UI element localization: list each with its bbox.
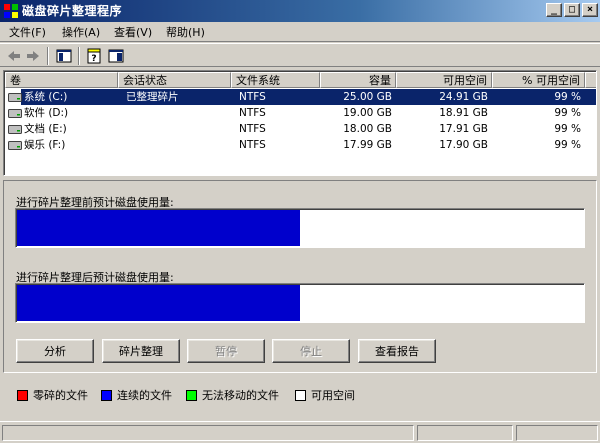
volume-file-system: NTFS xyxy=(239,123,266,135)
volume-file-system: NTFS xyxy=(239,91,266,103)
volume-free-space: 17.90 GB xyxy=(439,139,488,151)
volume-name: 娱乐 (F:) xyxy=(24,139,66,151)
defragment-button[interactable]: 碎片整理 xyxy=(102,339,180,363)
column-header-percent-free[interactable]: % 可用空间 xyxy=(492,72,585,88)
volume-percent-free: 99 % xyxy=(554,107,581,119)
volume-file-system: NTFS xyxy=(239,107,266,119)
show-hide-console-tree-icon[interactable] xyxy=(55,47,73,65)
column-header-file-system[interactable]: 文件系统 xyxy=(231,72,320,88)
minimize-button[interactable]: _ xyxy=(546,3,562,17)
defragmenter-app-icon[interactable] xyxy=(3,3,19,19)
legend-label: 无法移动的文件 xyxy=(202,389,279,402)
volume-file-system: NTFS xyxy=(239,139,266,151)
volume-session-status xyxy=(126,105,231,121)
volume-free-space: 24.91 GB xyxy=(439,91,488,103)
status-pane-main xyxy=(2,425,414,441)
toolbar-separator xyxy=(47,47,49,65)
maximize-button[interactable]: □ xyxy=(564,3,580,17)
volume-row[interactable]: 娱乐 (F:) NTFS 17.99 GB 17.90 GB 99 % xyxy=(5,137,596,153)
menu-view[interactable]: 查看(V) xyxy=(114,24,152,41)
volume-free-space: 17.91 GB xyxy=(439,123,488,135)
analyze-button[interactable]: 分析 xyxy=(16,339,94,363)
close-button[interactable]: × xyxy=(582,3,598,17)
hard-drive-icon xyxy=(8,141,22,150)
volume-row[interactable]: 文档 (E:) NTFS 18.00 GB 17.91 GB 99 % xyxy=(5,121,596,137)
volume-row[interactable]: 软件 (D:) NTFS 19.00 GB 18.91 GB 99 % xyxy=(5,105,596,121)
hard-drive-icon xyxy=(8,109,22,118)
column-header-session-status[interactable]: 会话状态 xyxy=(118,72,231,88)
volume-session-status xyxy=(126,121,231,137)
legend-label: 可用空间 xyxy=(311,389,355,402)
before-contiguous-fill xyxy=(17,210,300,246)
hard-drive-icon xyxy=(8,93,22,102)
forward-arrow-icon[interactable] xyxy=(24,47,42,65)
volume-name: 软件 (D:) xyxy=(24,107,69,119)
view-report-button[interactable]: 查看报告 xyxy=(358,339,436,363)
status-bar xyxy=(0,421,600,443)
legend-swatch-blue xyxy=(101,390,112,401)
legend-swatch-white xyxy=(295,390,306,401)
volume-capacity: 17.99 GB xyxy=(343,139,392,151)
toolbar: ? xyxy=(0,43,600,67)
status-pane-2 xyxy=(417,425,513,441)
before-usage-display xyxy=(15,208,585,248)
hard-drive-icon xyxy=(8,125,22,134)
volume-row[interactable]: 系统 (C:) 已整理碎片 NTFS 25.00 GB 24.91 GB 99 … xyxy=(5,89,596,105)
legend-label: 连续的文件 xyxy=(117,389,172,402)
after-contiguous-fill xyxy=(17,285,300,321)
stop-button[interactable]: 停止 xyxy=(272,339,350,363)
legend-swatch-red xyxy=(17,390,28,401)
volume-capacity: 19.00 GB xyxy=(343,107,392,119)
properties-icon[interactable] xyxy=(107,47,125,65)
toolbar-separator xyxy=(78,47,80,65)
legend-swatch-green xyxy=(186,390,197,401)
volume-name: 系统 (C:) xyxy=(24,91,68,103)
menu-file[interactable]: 文件(F) xyxy=(9,24,46,41)
volume-free-space: 18.91 GB xyxy=(439,107,488,119)
window-title: 磁盘碎片整理程序 xyxy=(22,4,123,18)
svg-text:?: ? xyxy=(91,54,96,64)
volume-session-status xyxy=(126,137,231,153)
menu-action[interactable]: 操作(A) xyxy=(62,24,100,41)
after-usage-display xyxy=(15,283,585,323)
menu-help[interactable]: 帮助(H) xyxy=(166,24,205,41)
volume-percent-free: 99 % xyxy=(554,91,581,103)
title-bar: 磁盘碎片整理程序 _ □ × xyxy=(0,0,600,22)
column-header-filler xyxy=(585,72,596,88)
volume-capacity: 18.00 GB xyxy=(343,123,392,135)
volume-session-status: 已整理碎片 xyxy=(126,91,179,103)
volume-capacity: 25.00 GB xyxy=(343,91,392,103)
legend-label: 零碎的文件 xyxy=(33,389,88,402)
volume-percent-free: 99 % xyxy=(554,139,581,151)
column-header-capacity[interactable]: 容量 xyxy=(320,72,396,88)
volume-list-header: 卷 会话状态 文件系统 容量 可用空间 % 可用空间 xyxy=(5,72,596,88)
column-header-volume[interactable]: 卷 xyxy=(5,72,118,88)
volume-percent-free: 99 % xyxy=(554,123,581,135)
volume-list[interactable]: 卷 会话状态 文件系统 容量 可用空间 % 可用空间 系统 (C:) 已整理碎片… xyxy=(3,70,597,176)
menu-bar: 文件(F) 操作(A) 查看(V) 帮助(H) xyxy=(0,22,600,42)
volume-name: 文档 (E:) xyxy=(24,123,67,135)
back-arrow-icon[interactable] xyxy=(5,47,23,65)
pause-button[interactable]: 暂停 xyxy=(187,339,265,363)
status-pane-3 xyxy=(516,425,598,441)
help-icon[interactable]: ? xyxy=(85,47,103,65)
column-header-free-space[interactable]: 可用空间 xyxy=(396,72,492,88)
